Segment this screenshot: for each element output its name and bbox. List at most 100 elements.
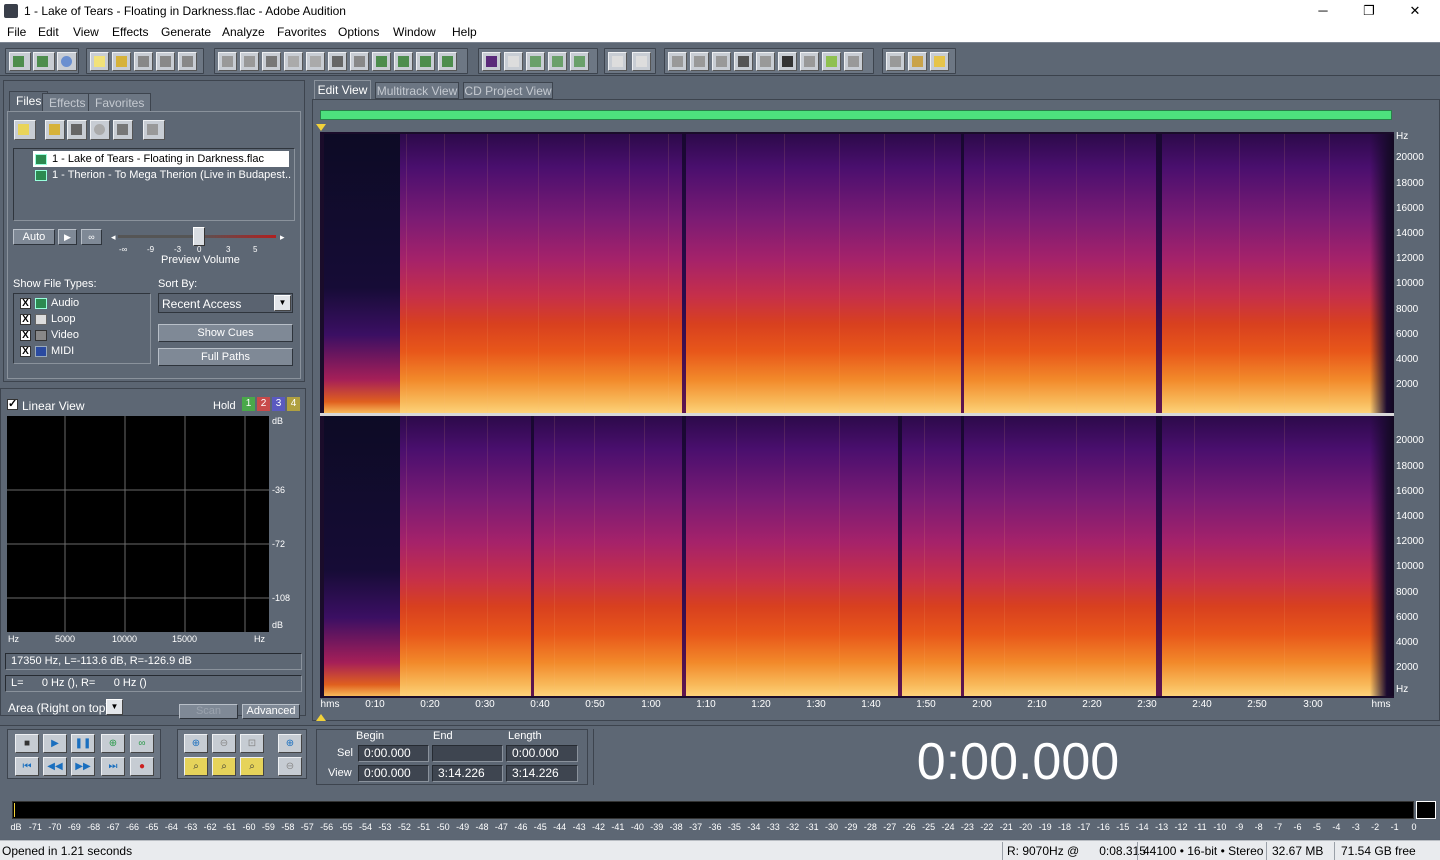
- zoom-window-icon[interactable]: [756, 52, 775, 71]
- edit-view-icon[interactable]: [9, 52, 31, 71]
- close-button[interactable]: ✕: [1392, 0, 1438, 22]
- redo-icon[interactable]: [240, 52, 259, 71]
- fast-forward-icon[interactable]: ▶▶: [71, 757, 95, 776]
- mix-paste-icon[interactable]: [350, 52, 369, 71]
- undo-icon[interactable]: [218, 52, 237, 71]
- go-to-beginning-icon[interactable]: ⏮: [15, 757, 39, 776]
- preview-volume-slider[interactable]: [193, 227, 205, 246]
- close-file-icon[interactable]: [113, 120, 133, 140]
- play-looped-icon[interactable]: ∞: [130, 734, 154, 753]
- zoom-out-vertical-icon[interactable]: ⊖: [278, 757, 302, 776]
- transport-window-icon[interactable]: [734, 52, 753, 71]
- pause-icon[interactable]: ❚❚: [71, 734, 95, 753]
- chevron-down-icon[interactable]: ▼: [274, 295, 291, 311]
- file-options-icon[interactable]: [143, 120, 165, 140]
- menu-window[interactable]: Window: [393, 25, 436, 39]
- levels-window-icon[interactable]: [822, 52, 841, 71]
- sel-begin-field[interactable]: 0:00.000: [358, 745, 429, 762]
- open-file-icon[interactable]: [14, 120, 36, 140]
- cut-icon[interactable]: [262, 52, 281, 71]
- playhead-bottom-marker-icon[interactable]: [316, 714, 326, 721]
- show-cues-button[interactable]: Show Cues: [158, 324, 293, 342]
- stop-icon[interactable]: ■: [15, 734, 39, 753]
- selection-window-icon[interactable]: [800, 52, 819, 71]
- save-icon[interactable]: [134, 52, 153, 71]
- play-preview-icon[interactable]: ▶: [58, 229, 77, 245]
- meters-window-icon[interactable]: [844, 52, 863, 71]
- menu-generate[interactable]: Generate: [161, 25, 211, 39]
- time-selection-tool-icon[interactable]: [608, 52, 627, 71]
- menu-file[interactable]: File: [7, 25, 26, 39]
- time-window-icon[interactable]: [778, 52, 797, 71]
- go-to-end-icon[interactable]: ⏭: [101, 757, 125, 776]
- advanced-button[interactable]: Advanced: [242, 704, 300, 719]
- save-as-icon[interactable]: [156, 52, 175, 71]
- crop-icon[interactable]: [372, 52, 391, 71]
- play-to-end-icon[interactable]: ⊕: [101, 734, 125, 753]
- spectral-view-icon[interactable]: [482, 52, 501, 71]
- menu-edit[interactable]: Edit: [38, 25, 59, 39]
- settings-icon[interactable]: [886, 52, 905, 71]
- zoom-full-icon[interactable]: ⊡: [240, 734, 264, 753]
- open-folder-icon[interactable]: [45, 120, 65, 140]
- grid-icon[interactable]: [570, 52, 589, 71]
- maximize-button[interactable]: ❐: [1346, 0, 1392, 22]
- organizer-window-icon[interactable]: [668, 52, 687, 71]
- scan-button[interactable]: Scan: [179, 704, 238, 719]
- script-icon[interactable]: [908, 52, 927, 71]
- spectrogram-left-channel[interactable]: [324, 134, 1394, 413]
- hold-4-button[interactable]: 4: [287, 397, 300, 411]
- view-end-field[interactable]: 3:14.226: [432, 765, 503, 782]
- zoom-left-edge-icon[interactable]: ⌕: [212, 757, 236, 776]
- cd-view-icon[interactable]: [57, 52, 77, 71]
- zoom-in-vertical-icon[interactable]: ⊕: [278, 734, 302, 753]
- info-window-icon[interactable]: [690, 52, 709, 71]
- rewind-icon[interactable]: ◀◀: [43, 757, 67, 776]
- tab-favorites[interactable]: Favorites: [88, 93, 152, 111]
- audio-type-checkbox[interactable]: X: [20, 298, 31, 309]
- overview-bar[interactable]: [320, 110, 1392, 120]
- chevron-down-icon[interactable]: ▼: [106, 699, 123, 715]
- clip-indicator[interactable]: [1416, 801, 1436, 819]
- waveform-grid-icon[interactable]: [526, 52, 545, 71]
- help-icon[interactable]: [930, 52, 949, 71]
- sel-length-field[interactable]: 0:00.000: [506, 745, 578, 762]
- hold-2-button[interactable]: 2: [257, 397, 270, 411]
- loop-icon[interactable]: [438, 52, 457, 71]
- view-begin-field[interactable]: 0:00.000: [358, 765, 429, 782]
- trim-icon[interactable]: [328, 52, 347, 71]
- loop-preview-icon[interactable]: ∞: [81, 229, 102, 245]
- mixer-window-icon[interactable]: [712, 52, 731, 71]
- snap-icon[interactable]: [548, 52, 567, 71]
- new-file-icon[interactable]: [90, 52, 109, 71]
- zoom-out-icon[interactable]: ⊖: [212, 734, 236, 753]
- import-icon[interactable]: [67, 120, 87, 140]
- tab-multitrack-view[interactable]: Multitrack View: [375, 82, 459, 99]
- copy-icon[interactable]: [284, 52, 303, 71]
- full-paths-button[interactable]: Full Paths: [158, 348, 293, 366]
- zoom-right-edge-icon[interactable]: ⌕: [240, 757, 264, 776]
- playhead-marker-icon[interactable]: [316, 124, 326, 131]
- menu-view[interactable]: View: [73, 25, 99, 39]
- spectrogram-right-channel[interactable]: [324, 416, 1394, 696]
- marker-icon[interactable]: [504, 52, 523, 71]
- menu-help[interactable]: Help: [452, 25, 477, 39]
- paste-icon[interactable]: [306, 52, 325, 71]
- linear-view-checkbox[interactable]: ✓: [7, 399, 18, 410]
- menu-options[interactable]: Options: [338, 25, 379, 39]
- sel-end-field[interactable]: [432, 745, 503, 762]
- minimize-button[interactable]: ─: [1300, 0, 1346, 22]
- menu-favorites[interactable]: Favorites: [277, 25, 326, 39]
- tab-edit-view[interactable]: Edit View: [314, 80, 371, 99]
- loop-type-checkbox[interactable]: X: [20, 314, 31, 325]
- play-icon[interactable]: ▶: [43, 734, 67, 753]
- hold-1-button[interactable]: 1: [242, 397, 255, 411]
- view-length-field[interactable]: 3:14.226: [506, 765, 578, 782]
- save-all-icon[interactable]: [178, 52, 197, 71]
- tab-cd-project-view[interactable]: CD Project View: [463, 82, 553, 99]
- record-icon[interactable]: ●: [130, 757, 154, 776]
- tab-effects[interactable]: Effects: [42, 93, 93, 111]
- zoom-in-icon[interactable]: ⊕: [184, 734, 208, 753]
- midi-type-checkbox[interactable]: X: [20, 346, 31, 357]
- open-file-icon[interactable]: [112, 52, 131, 71]
